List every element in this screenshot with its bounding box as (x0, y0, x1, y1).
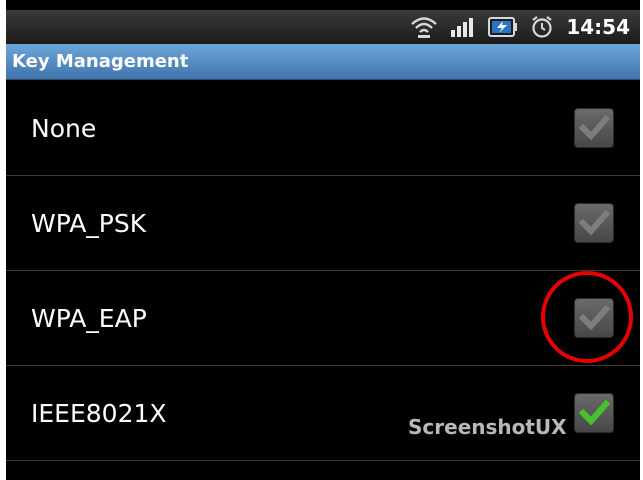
checkmark-icon (578, 399, 610, 426)
list-item-label: WPA_EAP (31, 303, 147, 333)
list-item-none[interactable]: None (6, 81, 640, 176)
wifi-icon (410, 15, 438, 39)
checkmark-icon (578, 304, 610, 331)
battery-icon (488, 16, 518, 38)
status-bar: 14:54 (6, 10, 640, 44)
checkmark-icon (578, 114, 610, 141)
signal-bars-icon (450, 16, 476, 38)
checkbox-wpa-eap[interactable] (574, 298, 614, 338)
checkbox-none[interactable] (574, 108, 614, 148)
list-item-label: None (31, 113, 97, 143)
checkbox-ieee8021x[interactable] (574, 393, 614, 433)
checkmark-icon (578, 209, 610, 236)
phone-screen: 14:54 Key Management None WPA_PSK WPA_EA… (6, 0, 640, 480)
title-bar: Key Management (6, 44, 640, 80)
list-item-label: IEEE8021X (31, 398, 167, 428)
key-management-list: None WPA_PSK WPA_EAP IEEE8021X (6, 81, 640, 461)
list-item-label: WPA_PSK (31, 208, 147, 238)
list-item-wpa-eap[interactable]: WPA_EAP (6, 271, 640, 366)
status-time: 14:54 (566, 15, 630, 39)
dialog-title: Key Management (12, 51, 189, 72)
list-item-wpa-psk[interactable]: WPA_PSK (6, 176, 640, 271)
watermark: ScreenshotUX (408, 415, 567, 439)
alarm-icon (530, 15, 554, 39)
checkbox-wpa-psk[interactable] (574, 203, 614, 243)
list-item-ieee8021x[interactable]: IEEE8021X (6, 366, 640, 461)
